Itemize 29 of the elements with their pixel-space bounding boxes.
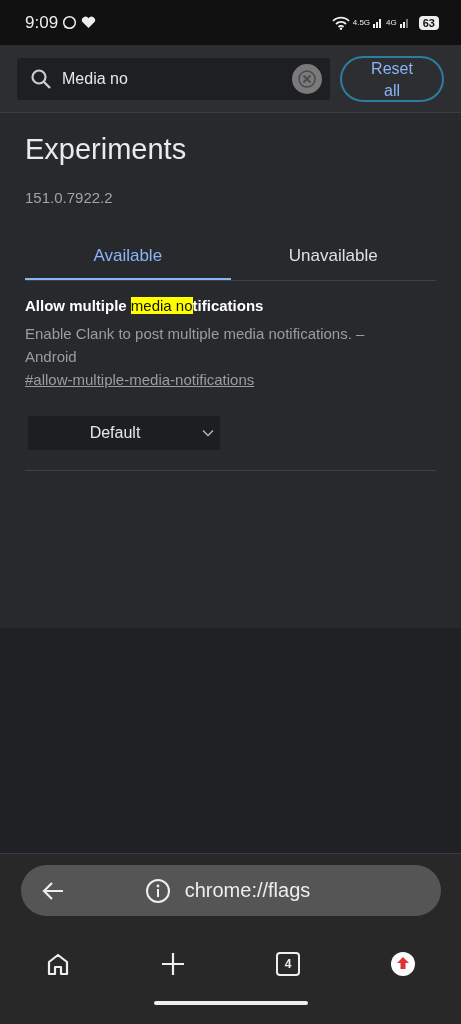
wifi-icon (331, 15, 350, 30)
flag-link[interactable]: #allow-multiple-media-notifications (25, 371, 255, 388)
search-bar[interactable]: Media no (17, 57, 330, 100)
tab[interactable]: Available (25, 233, 231, 280)
signal-icon (399, 17, 410, 28)
version-text: 151.0.7922.2 (25, 189, 114, 206)
reset-all-button[interactable]: Reset all (340, 55, 444, 102)
url-text: chrome://flags (184, 879, 311, 902)
flag-description: Enable Clank to post multiple media notifications. – Android (25, 324, 366, 367)
plus-icon[interactable] (160, 952, 185, 976)
clock: 9:09 (25, 12, 59, 33)
network-label: 4.5G (352, 18, 371, 27)
network-label: 4G (386, 18, 397, 27)
page-title: Experiments (25, 133, 188, 166)
clear-icon[interactable] (292, 63, 322, 94)
upload-icon[interactable] (391, 952, 416, 976)
heart-icon (81, 16, 97, 29)
home-icon[interactable] (45, 952, 70, 976)
flag-dropdown[interactable]: Default (28, 416, 220, 450)
address-bar[interactable]: chrome://flags (20, 865, 441, 916)
back-arrow-icon[interactable] (40, 880, 65, 901)
info-icon[interactable] (144, 877, 171, 904)
signal-icon (373, 17, 384, 28)
tab-switcher-button[interactable]: 4 (276, 952, 301, 976)
search-field[interactable]: Media no (62, 69, 282, 88)
tab[interactable]: Unavailable (230, 233, 436, 280)
battery-indicator: 63 (418, 15, 439, 30)
search-icon (30, 67, 52, 90)
chevron-down-icon (202, 429, 214, 437)
